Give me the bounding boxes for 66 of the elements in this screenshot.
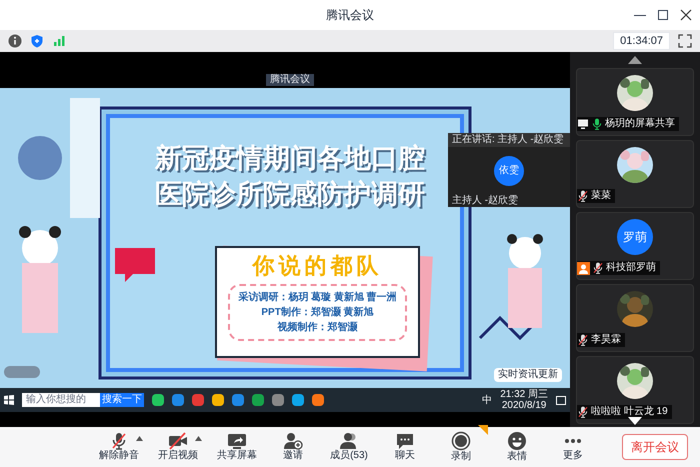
slide-title: 医院诊所院感防护调研 [155,178,425,211]
meeting-timer: 01:34:07 [613,32,670,50]
search-button[interactable]: 搜索一下 [100,393,144,407]
taskbar-app-icon[interactable] [212,394,224,406]
speaker-name: 主持人 -赵欣雯 [451,194,520,207]
notification-icon[interactable] [556,396,566,404]
shield-icon[interactable] [30,34,44,48]
maximize-button[interactable] [658,10,668,20]
taskbar-app-icon[interactable] [232,394,244,406]
search-field[interactable]: 输入你想搜的 [22,393,100,407]
news-popup[interactable]: 实时资讯更新 [494,368,562,382]
participant-tile[interactable]: 啦啦啦 叶云龙 19 [576,356,694,424]
participant-tile[interactable]: 罗萌 科技部罗萌 [576,212,694,280]
avatar: 依雯 [494,156,524,186]
speaker-header: 正在讲话: 主持人 -赵欣雯 [448,133,570,147]
toolbar-button[interactable]: 表情 [496,431,538,463]
caret-icon[interactable] [195,436,202,441]
participant-name: 科技部罗萌 [606,262,656,274]
toolbar-button[interactable]: 聊天 [384,432,426,462]
add-person-icon [283,432,303,450]
credit-line: PPT制作：郑智灏 黄新旭 [261,305,374,320]
scroll-down-icon[interactable] [628,417,642,425]
participant-tile[interactable]: 杨玥的屏幕共享 [576,68,694,136]
credit-line: 采访调研：杨玥 葛璇 黄新旭 曹一洲 [238,290,397,305]
toolbar-button[interactable]: 录制 [440,431,482,463]
participant-name: 李昊霖 [591,334,621,346]
toolbar-button[interactable]: 共享屏幕 [216,432,258,462]
slide-title: 新冠疫情期间各地口腔 [155,142,425,175]
taskbar-app-icon[interactable] [312,394,324,406]
ime-indicator[interactable]: 中 [482,392,492,408]
smiley-icon [507,431,527,451]
toolbar-button[interactable]: 开启视频 [157,432,199,462]
toolbar-button[interactable]: 邀请 [272,432,314,462]
scroll-up-icon[interactable] [628,56,642,64]
people-icon [339,432,359,450]
meeting-label: 腾讯会议 [266,74,314,86]
taskbar-app-icon[interactable] [252,394,264,406]
taskbar-app-icon[interactable] [152,394,164,406]
toolbar-button[interactable]: 解除静音 [98,432,140,462]
windows-start-icon[interactable] [4,395,14,405]
toolbar-button[interactable]: 更多 [552,432,594,462]
info-icon[interactable] [8,34,22,48]
avatar: 罗萌 [617,219,653,255]
taskbar-app-icon[interactable] [292,394,304,406]
card-title: 你说的都队 [252,252,382,280]
taskbar-time: 21:32 周三 [500,389,548,400]
taskbar-app-icon[interactable] [172,394,184,406]
taskbar-app-icon[interactable] [272,394,284,406]
participant-tile[interactable]: 李昊霖 [576,284,694,352]
record-icon [451,431,471,451]
minimize-button[interactable] [634,14,646,16]
leave-meeting-button[interactable]: 离开会议 [622,434,688,460]
close-button[interactable] [680,9,692,21]
chat-icon [395,432,415,450]
taskbar-date: 2020/8/19 [502,400,546,411]
taskbar-app-icon[interactable] [192,394,204,406]
participant-name: 杨玥的屏幕共享 [605,118,675,130]
credit-line: 视频制作：郑智灏 [278,320,358,335]
toolbar-button[interactable]: 成员(53) [328,432,370,462]
window-title: 腾讯会议 [326,7,374,24]
participant-name: 啦啦啦 叶云龙 19 [591,406,668,418]
participant-tile[interactable]: 菜菜 [576,140,694,208]
more-icon [564,439,582,443]
caret-icon[interactable] [136,436,143,441]
fullscreen-icon[interactable] [678,34,692,48]
participant-name: 菜菜 [591,190,611,202]
